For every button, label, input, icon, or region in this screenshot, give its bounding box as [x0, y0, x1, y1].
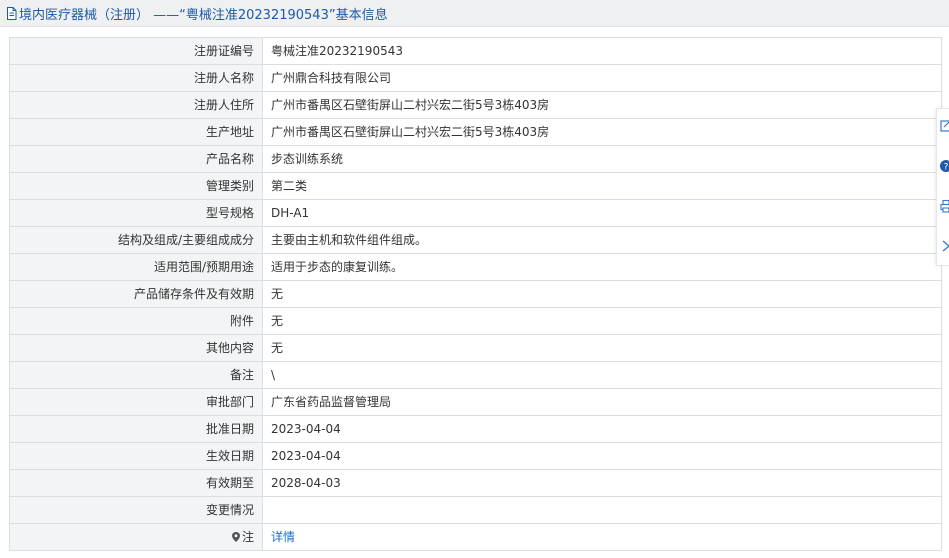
row-value: 适用于步态的康复训练。 [262, 253, 942, 281]
table-row: 生产地址 广州市番禺区石壁街屏山二村兴宏二街5号3栋403房 [9, 118, 942, 146]
row-label: 审批部门 [9, 388, 263, 416]
row-value: 步态训练系统 [262, 145, 942, 173]
row-value [262, 496, 942, 524]
row-label: 附件 [9, 307, 263, 335]
row-label: 注册人名称 [9, 64, 263, 92]
table-row: 变更情况 [9, 496, 942, 524]
row-label: 生产地址 [9, 118, 263, 146]
row-label: 批准日期 [9, 415, 263, 443]
table-row: 有效期至 2028-04-03 [9, 469, 942, 497]
row-label: 产品储存条件及有效期 [9, 280, 263, 308]
help-icon[interactable]: ? [940, 159, 949, 173]
row-label: 管理类别 [9, 172, 263, 200]
map-pin-icon [231, 532, 240, 542]
row-value: \ [262, 361, 942, 389]
page-title: 境内医疗器械（注册） ——“粤械注准20232190543”基本信息 [19, 7, 388, 23]
print-icon[interactable] [940, 199, 949, 213]
table-row: 注册证编号 粤械注准20232190543 [9, 37, 942, 65]
table-row: 附件无 [9, 307, 942, 335]
page-title-bar: 境内医疗器械（注册） ——“粤械注准20232190543”基本信息 [0, 0, 949, 27]
row-value: 无 [262, 334, 942, 362]
table-row: 产品名称 步态训练系统 [9, 145, 942, 173]
row-value: 广州鼎合科技有限公司 [262, 64, 942, 92]
row-label: 适用范围/预期用途 [9, 253, 263, 281]
note-label: 注 [241, 530, 254, 544]
row-label: 结构及组成/主要组成成分 [9, 226, 263, 254]
row-label: 其他内容 [9, 334, 263, 362]
side-toolbar: ? [936, 108, 949, 266]
document-icon [6, 6, 17, 20]
collapse-icon[interactable] [940, 239, 949, 253]
row-label: 型号规格 [9, 199, 263, 227]
row-label: 生效日期 [9, 442, 263, 470]
details-link[interactable]: 详情 [271, 530, 295, 544]
note-label-cell: 注 [9, 523, 263, 551]
row-value: 2023-04-04 [262, 442, 942, 470]
row-label: 有效期至 [9, 469, 263, 497]
table-row: 其他内容无 [9, 334, 942, 362]
table-row: 型号规格 DH-A1 [9, 199, 942, 227]
row-label: 备注 [9, 361, 263, 389]
row-label: 产品名称 [9, 145, 263, 173]
note-value-cell: 详情 [262, 523, 942, 551]
table-row: 管理类别 第二类 [9, 172, 942, 200]
table-row: 生效日期 2023-04-04 [9, 442, 942, 470]
table-row: 批准日期 2023-04-04 [9, 415, 942, 443]
row-value: 第二类 [262, 172, 942, 200]
edit-icon[interactable] [940, 119, 949, 133]
row-value: 粤械注准20232190543 [262, 37, 942, 65]
row-value: 2023-04-04 [262, 415, 942, 443]
table-row: 结构及组成/主要组成成分 主要由主机和软件组件组成。 [9, 226, 942, 254]
row-value: DH-A1 [262, 199, 942, 227]
row-value: 广东省药品监督管理局 [262, 388, 942, 416]
registration-info-table: 注册证编号 粤械注准20232190543 注册人名称 广州鼎合科技有限公司 注册人… [9, 37, 942, 551]
row-label: 注册人住所 [9, 91, 263, 119]
row-value: 主要由主机和软件组件组成。 [262, 226, 942, 254]
row-value: 2028-04-03 [262, 469, 942, 497]
table-row: 审批部门 广东省药品监督管理局 [9, 388, 942, 416]
table-row: 备注 \ [9, 361, 942, 389]
table-row: 适用范围/预期用途 适用于步态的康复训练。 [9, 253, 942, 281]
svg-text:?: ? [944, 163, 949, 173]
row-value: 广州市番禺区石壁街屏山二村兴宏二街5号3栋403房 [262, 118, 942, 146]
row-value: 无 [262, 307, 942, 335]
table-row: 注册人住所 广州市番禺区石壁街屏山二村兴宏二街5号3栋403房 [9, 91, 942, 119]
row-value: 广州市番禺区石壁街屏山二村兴宏二街5号3栋403房 [262, 91, 942, 119]
row-label: 变更情况 [9, 496, 263, 524]
table-row: 注册人名称 广州鼎合科技有限公司 [9, 64, 942, 92]
row-value: 无 [262, 280, 942, 308]
table-row: 产品储存条件及有效期无 [9, 280, 942, 308]
table-row-note: 注 详情 [9, 523, 942, 551]
row-label: 注册证编号 [9, 37, 263, 65]
